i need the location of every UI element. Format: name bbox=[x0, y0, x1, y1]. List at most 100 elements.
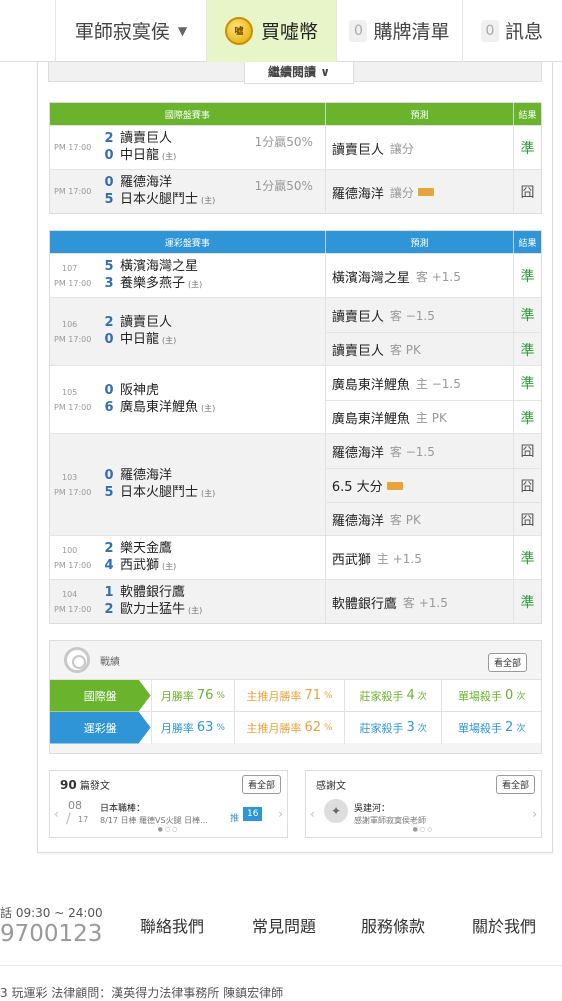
prediction-handicap: 讓分 bbox=[389, 185, 414, 200]
footer-link-contact[interactable]: 聯絡我們 bbox=[140, 913, 204, 937]
prediction-item[interactable]: 讀賣巨人 讓分 bbox=[326, 126, 513, 170]
game-number: 107 bbox=[62, 263, 78, 273]
prediction-handicap: 客 −1.5 bbox=[389, 444, 435, 459]
prediction-handicap: 主 PK bbox=[415, 411, 447, 425]
home-marker: (主) bbox=[162, 336, 177, 345]
read-more-button[interactable]: 繼續閱讀 ∨ bbox=[244, 62, 354, 84]
home-score: 5 bbox=[104, 192, 114, 207]
result-mark: 準 bbox=[520, 269, 535, 285]
footer-link-terms[interactable]: 服務條款 bbox=[361, 913, 425, 937]
prediction-handicap: 客 +1.5 bbox=[402, 595, 448, 610]
home-marker: (主) bbox=[188, 280, 203, 289]
result-mark: 準 bbox=[520, 551, 535, 567]
record-label: 運彩盤 bbox=[50, 711, 151, 744]
banker-killer-unit: 次 bbox=[417, 724, 427, 734]
push-count-badge: 16 bbox=[243, 807, 263, 821]
game-time: PM 17:00 bbox=[54, 402, 92, 412]
away-score: 0 bbox=[104, 468, 114, 483]
prediction-handicap: 客 PK bbox=[389, 513, 421, 527]
prediction-item[interactable]: 西武獅主 +1.5 bbox=[326, 536, 513, 580]
chevron-right-icon[interactable]: › bbox=[532, 807, 537, 821]
read-more-label: 繼續閱讀 bbox=[268, 65, 317, 79]
game-number: 103 bbox=[62, 472, 78, 482]
result-cell: 準 bbox=[513, 536, 541, 579]
prediction-item[interactable]: 讀賣巨人客 PK bbox=[325, 332, 514, 366]
banker-killer-unit: 次 bbox=[417, 692, 427, 702]
post-title[interactable]: 日本職棒： bbox=[100, 801, 145, 814]
date-slash: / bbox=[66, 811, 71, 827]
prediction-item[interactable]: 軟體銀行鷹客 +1.5 bbox=[326, 580, 513, 624]
away-score: 2 bbox=[104, 131, 114, 146]
chevron-left-icon[interactable]: ‹ bbox=[310, 807, 315, 821]
game-cell: 105 PM 17:00 0 阪神虎 6 廣島東洋鯉魚 (主) bbox=[50, 366, 325, 433]
footer-link-faq[interactable]: 常見問題 bbox=[252, 913, 316, 937]
away-score: 0 bbox=[104, 383, 114, 398]
game-time: PM 17:00 bbox=[54, 487, 92, 497]
game-cell: PM 17:00 2 讀賣巨人 0 中日龍 (主) 1分贏50% bbox=[50, 126, 325, 169]
prediction-item[interactable]: 讀賣巨人客 −1.5 bbox=[326, 298, 513, 332]
service-phone: 9700123 bbox=[0, 921, 103, 947]
home-marker: (主) bbox=[162, 562, 177, 571]
featured-badge-icon bbox=[417, 188, 434, 196]
intl-table: 國際盤賽事 預測 結果 PM 17:00 2 讀賣巨人 0 中日龍 (主) 1分贏50% 讀賣… bbox=[49, 102, 542, 214]
home-line: 4 西武獅 (主) bbox=[98, 557, 325, 575]
chevron-right-icon[interactable]: › bbox=[278, 807, 283, 821]
chevron-left-icon[interactable]: ‹ bbox=[54, 807, 59, 821]
msg-count-badge: 0 bbox=[480, 19, 499, 42]
monthly-win-rate-label: 月勝率 bbox=[160, 689, 194, 703]
game-time: PM 17:00 bbox=[54, 334, 92, 344]
home-marker: (主) bbox=[162, 152, 177, 161]
prediction-item[interactable]: 羅德海洋 讓分 bbox=[326, 170, 513, 214]
prediction-pick: 讀賣巨人 bbox=[331, 309, 384, 325]
prediction-item[interactable]: 羅德海洋客 PK bbox=[325, 502, 514, 536]
game-meta: 104 PM 17:00 bbox=[50, 587, 98, 617]
home-team: 歐力士猛牛 bbox=[120, 602, 186, 617]
prediction-item[interactable]: 6.5 大分 bbox=[325, 468, 514, 502]
prediction-pick: 橫濱海灣之星 bbox=[331, 270, 410, 286]
prediction-cell: 讀賣巨人客 −1.5 讀賣巨人客 PK bbox=[324, 298, 514, 366]
result-mark: 準 bbox=[520, 376, 535, 392]
result-cell: 準 bbox=[513, 254, 541, 297]
game-meta: 100 PM 17:00 bbox=[50, 543, 98, 573]
thanks-see-all-button[interactable]: 看全部 bbox=[495, 775, 535, 794]
teams: 2 樂天金鷹 4 西武獅 (主) bbox=[98, 540, 325, 575]
prediction-item[interactable]: 羅德海洋客 −1.5 bbox=[326, 434, 513, 468]
home-team: 中日龍 bbox=[120, 148, 160, 163]
away-line: 5 橫濱海灣之星 bbox=[98, 258, 325, 275]
posts-see-all-button[interactable]: 看全部 bbox=[241, 775, 281, 794]
lottery-table: 運彩盤賽事 預測 結果 107 PM 17:00 5 橫濱海灣之星 3 養樂多燕子 (主) 橫… bbox=[49, 230, 542, 624]
thanks-box: 感謝文 看全部 ‹ ✦ 吳建河： 感謝軍師寂寞侯老師 › ●○○ bbox=[305, 770, 542, 838]
result-cell: 準準 bbox=[513, 366, 541, 433]
result-cell: 囧囧囧 bbox=[513, 434, 541, 535]
home-team: 中日龍 bbox=[120, 332, 160, 347]
messages-button[interactable]: 0 訊息 bbox=[463, 0, 561, 62]
table-row: 103 PM 17:00 0 羅德海洋 5 日本火腿鬥士 (主) 羅德海洋客 −1.5 6.5 … bbox=[50, 433, 541, 535]
game-meta: PM 17:00 bbox=[50, 140, 98, 155]
record-section: 戰績 看全部 國際盤 月勝率 76% 主推月勝率 71% 莊家殺手 4 次單場殺手 0 次運彩盤月… bbox=[49, 640, 542, 754]
monthly-win-rate-label: 月勝率 bbox=[160, 721, 194, 735]
footer-link-about[interactable]: 關於我們 bbox=[472, 913, 536, 937]
home-score: 3 bbox=[104, 276, 114, 291]
away-team: 樂天金鷹 bbox=[120, 541, 173, 556]
featured-badge-icon bbox=[386, 481, 403, 490]
col-game: 運彩盤賽事 bbox=[164, 238, 210, 249]
game-cell: 103 PM 17:00 0 羅德海洋 5 日本火腿鬥士 (主) bbox=[50, 434, 325, 535]
prediction-item[interactable]: 廣島東洋鯉魚主 −1.5 bbox=[326, 366, 513, 400]
prediction-cell: 廣島東洋鯉魚主 −1.5 廣島東洋鯉魚主 PK bbox=[324, 366, 514, 434]
banker-killer-value: 4 bbox=[406, 688, 415, 703]
buy-coin-button[interactable]: 噓 買噓幣 bbox=[207, 0, 337, 62]
cart-button[interactable]: 0 購牌清單 bbox=[337, 0, 463, 62]
home-line: 0 中日龍 (主) bbox=[98, 331, 325, 349]
home-score: 5 bbox=[104, 485, 114, 500]
away-line: 0 阪神虎 bbox=[98, 382, 325, 399]
table-row: PM 17:00 0 羅德海洋 5 日本火腿鬥士 (主) 1分贏50% 羅德海洋 讓分囧 bbox=[50, 169, 541, 213]
away-team: 羅德海洋 bbox=[120, 175, 173, 190]
game-time: PM 17:00 bbox=[54, 560, 92, 570]
prediction-item[interactable]: 廣島東洋鯉魚主 PK bbox=[325, 400, 514, 434]
user-menu[interactable]: 軍師寂寞侯 ▼ bbox=[55, 0, 207, 62]
posts-title: 90 篇發文 bbox=[60, 777, 110, 792]
single-killer-value: 2 bbox=[505, 720, 514, 735]
prediction-item[interactable]: 橫濱海灣之星客 +1.5 bbox=[326, 254, 513, 298]
col-result: 結果 bbox=[513, 103, 541, 125]
record-see-all-button[interactable]: 看全部 bbox=[487, 653, 527, 672]
